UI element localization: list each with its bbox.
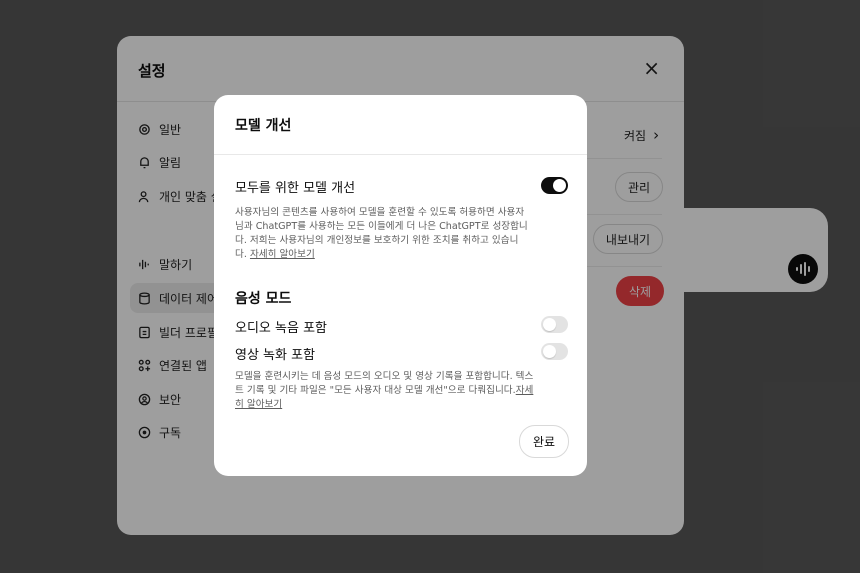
- voice-mode-title: 음성 모드: [235, 291, 292, 307]
- learn-more-link[interactable]: 자세히 알아보기: [250, 249, 315, 260]
- modal-title: 모델 개선: [235, 118, 292, 134]
- divider: [214, 154, 587, 155]
- done-button-label: 완료: [532, 435, 556, 449]
- toggle-knob: [543, 318, 556, 331]
- model-improvement-modal: 모델 개선 모두를 위한 모델 개선 사용자님의 콘텐츠를 사용하여 모델을 훈…: [214, 95, 587, 476]
- improve-model-label: 모두를 위한 모델 개선: [235, 181, 356, 196]
- done-button[interactable]: 완료: [519, 425, 569, 458]
- toggle-knob: [543, 345, 556, 358]
- voice-mode-description: 모델을 훈련시키는 데 음성 모드의 오디오 및 영상 기록을 포함합니다. 텍…: [235, 370, 535, 412]
- video-recording-toggle[interactable]: [541, 343, 568, 360]
- toggle-knob: [553, 179, 566, 192]
- improve-model-description: 사용자님의 콘텐츠를 사용하여 모델을 훈련할 수 있도록 허용하면 사용자님과…: [235, 206, 530, 262]
- voice-desc-text: 모델을 훈련시키는 데 음성 모드의 오디오 및 영상 기록을 포함합니다. 텍…: [235, 371, 534, 396]
- video-recording-label: 영상 녹화 포함: [235, 348, 316, 363]
- improve-model-toggle[interactable]: [541, 177, 568, 194]
- audio-recording-toggle[interactable]: [541, 316, 568, 333]
- audio-recording-label: 오디오 녹음 포함: [235, 321, 327, 336]
